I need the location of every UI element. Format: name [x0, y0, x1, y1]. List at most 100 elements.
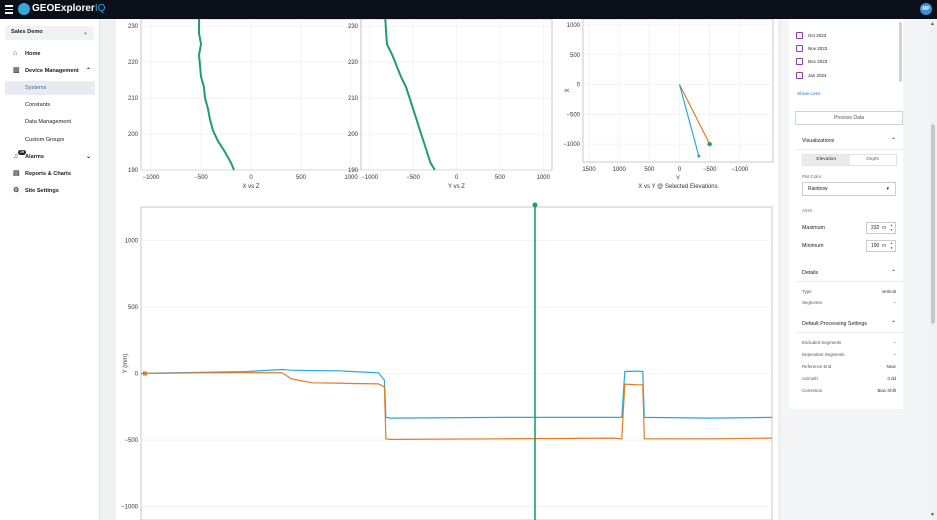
y-axis-title: Y (mm) [123, 354, 129, 374]
month-checkbox-row[interactable]: Jan 2024 [796, 72, 827, 80]
alarm-count-badge: 19 [18, 150, 26, 155]
scroll-down-icon[interactable]: ▼ [930, 512, 935, 518]
panel-scrollbar[interactable] [899, 22, 902, 82]
x-tick-label: 1000 [344, 175, 358, 181]
x-tick-label: 1500 [582, 167, 596, 173]
scroll-up-icon[interactable]: ▲ [930, 21, 935, 27]
org-selector[interactable]: Sales Demo ⌄ [5, 26, 94, 40]
y-tick-label: −1000 [121, 505, 139, 511]
tab-elevation[interactable]: Elevation [803, 155, 850, 165]
sidebar-item-label: Data Management [25, 119, 72, 125]
checkbox[interactable] [796, 45, 803, 52]
x-tick-label: 1000 [613, 167, 627, 173]
y-tick-label: 0 [135, 371, 139, 377]
sidebar-item-constants[interactable]: Constants [5, 98, 95, 112]
processing-settings-header[interactable]: Default Processing Settings ⌃ [796, 316, 903, 333]
y-tick-label: 1000 [125, 238, 139, 244]
month-checkbox-row[interactable]: Nov 2023 [796, 45, 827, 53]
maximum-input[interactable]: 232 m ▲ ▼ [866, 222, 896, 234]
minimum-input[interactable]: 190 m ▲ ▼ [866, 240, 896, 252]
chart-subtitle: X vs Y @ Selected Elevations [638, 184, 717, 190]
sidebar-item-systems[interactable]: Systems [5, 81, 95, 95]
minimum-label: Minimum [802, 243, 824, 249]
visualizations-header[interactable]: Visualizations ⌃ [796, 133, 903, 150]
home-icon: ⌂ [13, 50, 18, 57]
sidebar-item-home[interactable]: ⌂ Home [5, 47, 95, 61]
stepper-arrows-icon[interactable]: ▲ ▼ [890, 223, 893, 233]
setting-key: Dependent Segments [802, 352, 845, 357]
sidebar-item-custom-groups[interactable]: Custom Groups [5, 133, 95, 147]
chevron-up-icon: ⌃ [85, 68, 91, 74]
sidebar: Sales Demo ⌄ ⌂ Home ▥ Device Management … [0, 19, 100, 520]
sidebar-item-label: Systems [25, 85, 47, 91]
setting-value: – [893, 340, 896, 345]
sidebar-item-data-management[interactable]: Data Management [5, 115, 95, 129]
plot-color-label: Plot Color [802, 174, 822, 179]
page-scrollbar-thumb[interactable] [931, 124, 935, 324]
y-tick-label: −500 [124, 438, 138, 444]
stepper-arrows-icon[interactable]: ▲ ▼ [890, 241, 893, 251]
charts-area: 190 200 210 220 230 −1000 −500 0 500 1000 X vs Z 19… [116, 19, 778, 520]
hamburger-menu-icon[interactable] [5, 5, 13, 14]
section-title: Default Processing Settings [802, 321, 868, 327]
plot-frame [582, 19, 774, 163]
x-tick-label: −500 [703, 167, 717, 173]
process-data-button[interactable]: Process Data [795, 111, 903, 125]
sidebar-item-device-management[interactable]: ▥ Device Management ⌃ [5, 64, 95, 78]
section-title: Visualizations [802, 138, 835, 144]
detail-key: Type [802, 289, 812, 294]
avatar[interactable]: MP [920, 3, 932, 15]
minimum-value: 190 [871, 243, 880, 249]
y-tick-label: 190 [128, 168, 139, 174]
chevron-down-icon: ⌄ [82, 30, 88, 36]
gear-icon: ⚙ [13, 187, 20, 194]
checkbox[interactable] [796, 72, 803, 79]
x-axis-title: X vs Z [242, 184, 259, 190]
month-checkbox-row[interactable]: Dec 2023 [796, 58, 827, 66]
sidebar-item-label: Reports & Charts [25, 171, 72, 177]
settings-panel: Oct 2023 Nov 2023 Dec 2023 Jan 2024 Show… [782, 19, 937, 520]
tab-depth[interactable]: Depth [850, 155, 897, 165]
month-checkbox-row[interactable]: Oct 2023 [796, 32, 826, 40]
setting-key: Excluded Segments [802, 340, 842, 345]
y-tick-label: 500 [128, 305, 139, 311]
chevron-up-icon: ⌃ [890, 138, 896, 144]
app-logo[interactable]: GEOExplorerIQ [32, 3, 105, 14]
y-tick-label: 190 [348, 168, 359, 174]
sidebar-item-site-settings[interactable]: ⚙ Site Settings [5, 184, 95, 198]
reports-icon: ▤ [13, 170, 20, 177]
show-less-link[interactable]: Show Less [797, 92, 820, 97]
plot-color-select[interactable]: Rainbow ▾ [802, 182, 896, 196]
month-label: Nov 2023 [808, 46, 828, 51]
setting-key: Reference End [802, 364, 832, 369]
setting-value: Bias Shift [877, 388, 896, 393]
y-axis-title: X [565, 88, 571, 92]
x-tick-label: 500 [644, 167, 655, 173]
y-tick-label: 210 [128, 96, 139, 102]
x-axis-title: Y vs Z [448, 184, 465, 190]
brand-name: GEOExplorer [32, 3, 95, 14]
x-axis-title: Y [676, 176, 680, 182]
top-bar: GEOExplorerIQ MP [0, 0, 937, 19]
sidebar-item-alarms[interactable]: ♫ 19 Alarms ⌄ [5, 150, 95, 164]
org-name: Sales Demo [11, 29, 43, 35]
charts-canvas: 190 200 210 220 230 −1000 −500 0 500 1000 X vs Z 19… [121, 19, 774, 520]
maximum-label: Maximum [802, 225, 825, 231]
y-tick-label: −1000 [563, 142, 581, 148]
sidebar-item-label: Constants [25, 102, 51, 108]
checkbox[interactable] [796, 58, 803, 65]
setting-value: – [893, 352, 896, 357]
details-header[interactable]: Details ⌃ [796, 265, 903, 282]
y-tick-label: 500 [570, 53, 581, 59]
checkbox[interactable] [796, 32, 803, 39]
month-label: Jan 2024 [808, 73, 827, 78]
series-start-marker [143, 371, 147, 376]
y-tick-label: 220 [128, 60, 139, 66]
detail-value: Vertical [881, 289, 896, 294]
x-tick-label: 500 [296, 175, 307, 181]
month-label: Oct 2023 [808, 33, 827, 38]
sidebar-item-label: Alarms [25, 154, 44, 160]
sidebar-item-reports[interactable]: ▤ Reports & Charts [5, 167, 95, 181]
setting-key: Correction [802, 388, 823, 393]
elevation-marker [707, 141, 712, 147]
